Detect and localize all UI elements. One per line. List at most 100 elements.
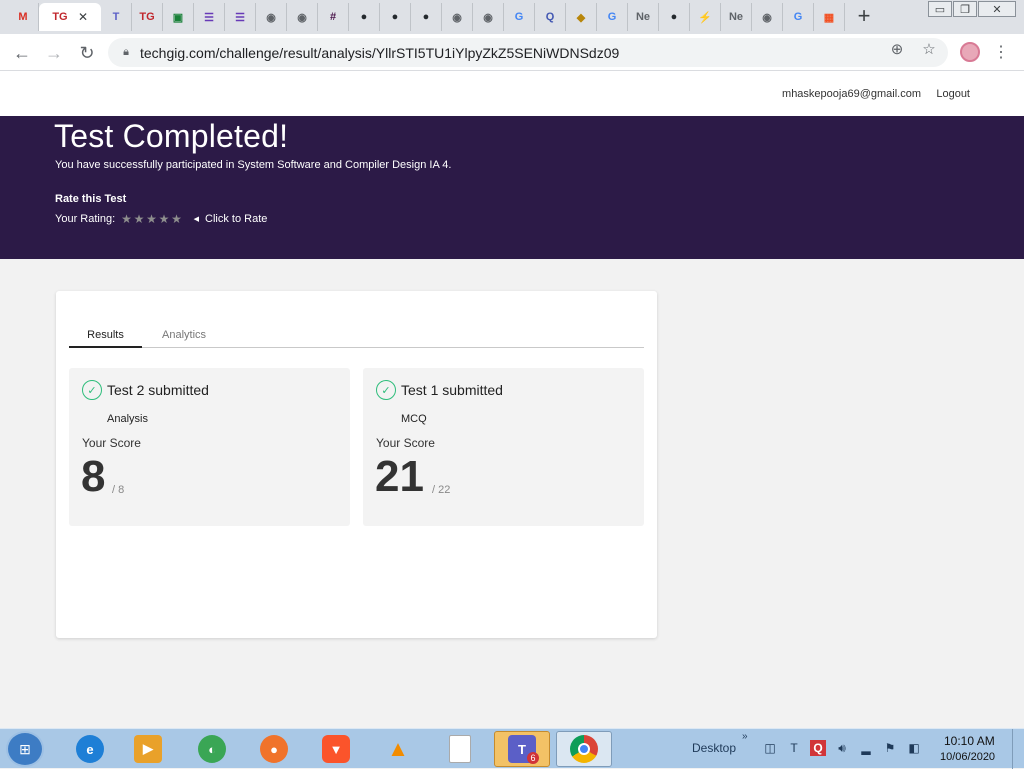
browser-tab[interactable]: T	[101, 3, 132, 31]
browser-tab[interactable]: TG ✕	[39, 3, 101, 31]
brave-icon[interactable]: ▼	[308, 731, 364, 767]
close-tab-icon[interactable]: ✕	[78, 10, 88, 24]
teams-taskbar-icon[interactable]: T 6	[494, 731, 550, 767]
browser-tab[interactable]: ◉	[287, 3, 318, 31]
firefox-icon[interactable]: ●	[246, 731, 302, 767]
show-desktop-button[interactable]	[1012, 729, 1024, 769]
rating-stars[interactable]: ★ ★ ★ ★ ★	[121, 213, 184, 225]
browser-tab[interactable]: ●	[659, 3, 690, 31]
score-label: Your Score	[376, 436, 435, 450]
microsoft-icon: ▦	[823, 11, 835, 24]
result-type: MCQ	[401, 413, 427, 425]
restore-button[interactable]: ❐	[953, 1, 977, 17]
new-tab-button[interactable]: +	[853, 3, 875, 28]
browser-tab[interactable]: ●	[411, 3, 442, 31]
site-header: mhaskepooja69@gmail.com Logout	[0, 71, 1024, 116]
back-icon[interactable]: ←	[10, 41, 34, 65]
browser-tab[interactable]: ◆	[566, 3, 597, 31]
windows-taskbar: ⊞ e ▶ ◐ ● ▼ ▲ T 6 Desktop » ◫ T Q 🔊︎ ▂ ⚑…	[0, 728, 1024, 769]
click-to-rate[interactable]: ◀ Click to Rate	[194, 213, 268, 225]
clock-time[interactable]: 10:10 AM	[944, 734, 995, 748]
rating-row: Your Rating: ★ ★ ★ ★ ★ ◀ Click to Rate	[55, 213, 267, 225]
windows-start-button[interactable]: ⊞	[6, 731, 44, 767]
star-icon[interactable]: ★	[134, 213, 146, 225]
media-player-icon[interactable]: ▶	[120, 731, 176, 767]
test-completed-banner: Test Completed! You have successfully pa…	[0, 116, 1024, 259]
check-circle-icon: ✓	[376, 380, 396, 400]
reload-icon[interactable]: ↻	[75, 41, 99, 65]
star-icon[interactable]: ★	[171, 213, 183, 225]
chrome-taskbar-icon[interactable]	[556, 731, 612, 767]
browser-tab[interactable]: Ne	[721, 3, 752, 31]
browser-menu-icon[interactable]: ⋮	[993, 42, 1009, 62]
minimize-button[interactable]: ▭	[928, 1, 952, 17]
browser-tab[interactable]: Q	[535, 3, 566, 31]
browser-tab[interactable]: ◉	[442, 3, 473, 31]
volume-icon[interactable]: 🔊︎	[834, 740, 850, 756]
tray-app-icon[interactable]: ◫	[762, 740, 778, 756]
rate-title: Rate this Test	[55, 193, 127, 205]
browser-tab[interactable]: Ne	[628, 3, 659, 31]
techgig-icon: TG	[139, 11, 155, 23]
user-email: mhaskepooja69@gmail.com	[782, 88, 921, 100]
result-test-1: ✓ Test 1 submitted MCQ Your Score 21 / 2…	[363, 368, 644, 526]
tray-teams-icon[interactable]: T	[786, 740, 802, 756]
browser-tab[interactable]: ⚡	[690, 3, 721, 31]
github-icon: ●	[360, 11, 368, 23]
star-icon[interactable]: ★	[121, 213, 133, 225]
browser-tab[interactable]: ◉	[473, 3, 504, 31]
toolbar-chevron-icon[interactable]: »	[742, 731, 748, 742]
star-icon[interactable]: ★	[146, 213, 158, 225]
page-title: Test Completed!	[54, 118, 289, 154]
tab-results[interactable]: Results	[69, 329, 142, 348]
star-icon[interactable]: ★	[159, 213, 171, 225]
result-type: Analysis	[107, 413, 148, 425]
quizlet-icon: Q	[545, 11, 555, 23]
browser-tab[interactable]: ▦	[814, 3, 845, 31]
browser-tab[interactable]: ☰	[194, 3, 225, 31]
notepad-icon[interactable]	[432, 731, 488, 767]
browser-toolbar: ← → ↻ 🔒︎ techgig.com/challenge/result/an…	[0, 34, 1024, 71]
browser-tab[interactable]: ◉	[256, 3, 287, 31]
browser-tab[interactable]: ☰	[225, 3, 256, 31]
vlc-icon[interactable]: ▲	[370, 731, 426, 767]
desktop-toolbar-label[interactable]: Desktop	[692, 741, 736, 755]
bookmark-star-icon[interactable]: ☆	[920, 40, 938, 58]
browser-tab[interactable]: ◉	[752, 3, 783, 31]
check-circle-icon: ✓	[82, 380, 102, 400]
browser-tab[interactable]: #	[318, 3, 349, 31]
close-window-button[interactable]: ✕	[978, 1, 1016, 17]
browser-tab[interactable]: ▣	[163, 3, 194, 31]
address-bar[interactable]: 🔒︎ techgig.com/challenge/result/analysis…	[108, 38, 948, 67]
tab-analytics[interactable]: Analytics	[162, 329, 206, 348]
browser-tab[interactable]: G	[597, 3, 628, 31]
clock-date[interactable]: 10/06/2020	[940, 751, 995, 763]
tab-text-icon: Ne	[635, 11, 651, 23]
github-icon: ●	[391, 11, 399, 23]
browser-tab[interactable]: ●	[380, 3, 411, 31]
click-to-rate-label[interactable]: Click to Rate	[205, 213, 267, 225]
tab-text-icon: Ne	[728, 11, 744, 23]
github-icon: ●	[670, 11, 678, 23]
browser-tab[interactable]: G	[783, 3, 814, 31]
tray-device-icon[interactable]: ◧	[906, 740, 922, 756]
google-icon: G	[514, 11, 524, 23]
globe-app-icon[interactable]: ◐	[184, 731, 240, 767]
tray-quick-heal-icon[interactable]: Q	[810, 740, 826, 756]
lock-icon[interactable]: 🔒︎	[118, 45, 134, 61]
action-center-flag-icon[interactable]: ⚑	[882, 740, 898, 756]
forward-icon[interactable]: →	[42, 41, 66, 65]
teams-icon: T	[112, 11, 120, 23]
network-icon[interactable]: ▂	[858, 740, 874, 756]
browser-tab[interactable]: G	[504, 3, 535, 31]
url-text[interactable]: techgig.com/challenge/result/analysis/Yl…	[140, 45, 619, 61]
internet-explorer-icon[interactable]: e	[62, 731, 118, 767]
browser-tab[interactable]: M	[8, 3, 39, 31]
browser-tab[interactable]: ●	[349, 3, 380, 31]
score-label: Your Score	[82, 436, 141, 450]
forms-icon: ☰	[235, 11, 245, 24]
logout-link[interactable]: Logout	[936, 88, 970, 100]
profile-avatar[interactable]	[960, 42, 980, 62]
browser-tab[interactable]: TG	[132, 3, 163, 31]
zoom-icon[interactable]: ⊕	[888, 40, 906, 58]
